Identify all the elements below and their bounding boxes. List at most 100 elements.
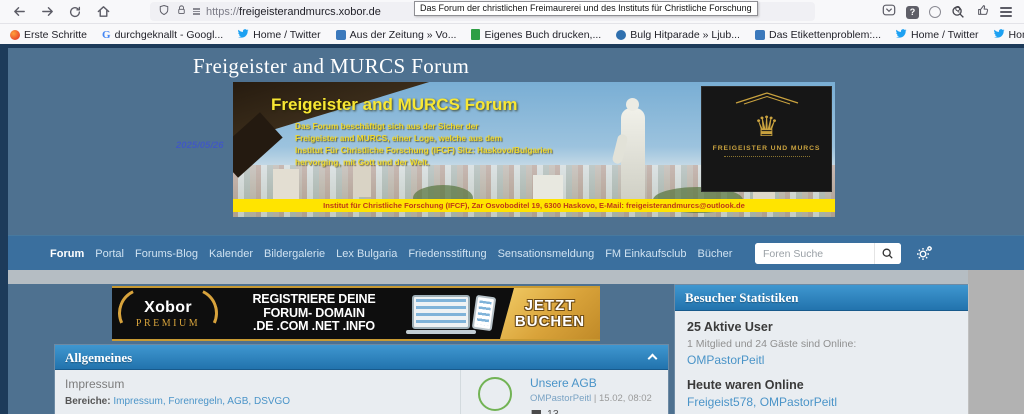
- url-host: freigeisterandmurcs.xobor.de: [239, 6, 381, 18]
- forum-navbar: Forum Portal Forums-Blog Kalender Bilder…: [8, 235, 1024, 270]
- last-post-info: Unsere AGB OMPastorPeitl | 15.02, 08:02 …: [530, 376, 652, 414]
- logo-title: FREIGEISTER UND MURCS: [702, 145, 831, 152]
- bookmark-label: durchgeknallt - Googl...: [115, 29, 224, 41]
- section-allgemeines: Allgemeines Impressum Bereiche: Impressu…: [55, 345, 668, 414]
- section-header: Allgemeines: [55, 345, 668, 370]
- section-besucher-statistiken: Besucher Statistiken 25 Aktive User 1 Mi…: [675, 285, 968, 414]
- bookmark-item[interactable]: Aus der Zeitung » Vo...: [336, 29, 457, 41]
- bookmark-label: Home / Twitter: [911, 29, 979, 41]
- site-icon: [616, 30, 626, 40]
- firefox-icon: [10, 30, 20, 40]
- banner-description: Das Forum beschäftigt sich aus der Siche…: [295, 120, 552, 168]
- last-post-user[interactable]: OMPastorPeitl: [530, 393, 591, 404]
- book-icon: [471, 29, 480, 40]
- bookmark-item[interactable]: Home / Twitter: [994, 28, 1024, 42]
- forward-icon[interactable]: [38, 3, 56, 21]
- url-text[interactable]: https://freigeisterandmurcs.xobor.de: [206, 6, 381, 18]
- forum-cell: Impressum Bereiche: Impressum, Forenrege…: [65, 377, 290, 407]
- nav-item-forums-blog[interactable]: Forums-Blog: [135, 248, 198, 260]
- nav-item-friedensstiftung[interactable]: Friedensstiftung: [408, 248, 486, 260]
- forum-link[interactable]: Impressum: [65, 377, 290, 391]
- today-online-users[interactable]: Freigeist578, OMPastorPeitl: [687, 395, 956, 409]
- user-avatar[interactable]: [938, 235, 974, 271]
- twitter-icon: [896, 28, 907, 42]
- menu-icon[interactable]: [1000, 5, 1012, 19]
- ad-devices-graphic: [404, 288, 500, 339]
- bookmark-item[interactable]: Erste Schritte: [10, 29, 87, 41]
- url-scheme: https://: [206, 6, 239, 18]
- page-body: Freigeister and MURCS Forum 2025/05/26 F…: [8, 48, 1024, 414]
- screenshot-root: https://freigeisterandmurcs.xobor.de Das…: [0, 0, 1024, 414]
- search-addon-icon[interactable]: [951, 5, 966, 20]
- banner-statue: [621, 108, 645, 202]
- last-post-link[interactable]: Unsere AGB: [530, 376, 652, 390]
- bookmark-item[interactable]: Home / Twitter: [238, 28, 321, 42]
- thumb-up-icon[interactable]: [976, 3, 990, 22]
- logo-divider: [724, 156, 810, 157]
- reload-icon[interactable]: [66, 3, 84, 21]
- lock-icon[interactable]: [176, 3, 187, 21]
- online-summary: 1 Mitglied und 24 Gäste sind Online:: [687, 338, 956, 350]
- laptop-icon: [412, 295, 470, 329]
- account-circle-icon[interactable]: [929, 6, 941, 18]
- browser-nav-buttons: [0, 3, 112, 21]
- site-icon: [755, 30, 765, 40]
- nav-item-portal[interactable]: Portal: [95, 248, 124, 260]
- nav-item-lex-bulgaria[interactable]: Lex Bulgaria: [336, 248, 397, 260]
- twitter-icon: [994, 28, 1005, 42]
- shield-icon[interactable]: [158, 3, 170, 21]
- forum-areas: Bereiche: Impressum, Forenregeln, AGB, D…: [65, 396, 290, 407]
- twitter-icon: [238, 28, 249, 42]
- online-member-link[interactable]: OMPastorPeitl: [687, 353, 956, 367]
- areas-label: Bereiche:: [65, 396, 111, 407]
- site-icon: [336, 30, 346, 40]
- search-button[interactable]: [874, 243, 901, 264]
- nav-item-bildergalerie[interactable]: Bildergalerie: [264, 248, 325, 260]
- nav-item-kalender[interactable]: Kalender: [209, 248, 253, 260]
- bookmark-item[interactable]: Das Etikettenproblem:...: [755, 29, 881, 41]
- bookmark-label: Home / Twitter: [253, 29, 321, 41]
- extension-question-icon[interactable]: [906, 6, 919, 19]
- bookmark-label: Aus der Zeitung » Vo...: [350, 29, 457, 41]
- home-icon[interactable]: [94, 3, 112, 21]
- ad-cta-button[interactable]: JETZT BUCHEN: [500, 288, 600, 339]
- search-icon: [881, 247, 895, 261]
- back-icon[interactable]: [10, 3, 28, 21]
- right-gray-area: [968, 270, 1024, 414]
- page-title: Freigeister and MURCS Forum: [193, 54, 469, 79]
- nav-item-fm-einkaufsclub[interactable]: FM Einkaufsclub: [605, 248, 686, 260]
- last-post-avatar[interactable]: [478, 377, 512, 411]
- bookmark-label: Das Etikettenproblem:...: [769, 29, 881, 41]
- banner-address-strip: Institut für Christliche Forschung (IFCF…: [233, 199, 835, 212]
- bookmark-item[interactable]: durchgeknallt - Googl...: [102, 29, 223, 41]
- phone-icon: [472, 295, 497, 331]
- banner-logo-panel: ♛ FREIGEISTER UND MURCS: [701, 86, 832, 192]
- areas-links[interactable]: Impressum, Forenregeln, AGB, DSVGO: [113, 396, 290, 407]
- xobor-premium-ad[interactable]: Xobor PREMIUM REGISTRIERE DEINE FORUM- D…: [112, 286, 600, 341]
- nav-item-buecher[interactable]: Bücher: [698, 248, 733, 260]
- last-post-meta: OMPastorPeitl | 15.02, 08:02: [530, 393, 652, 404]
- last-post-time: | 15.02, 08:02: [591, 393, 652, 404]
- collapse-chevron-icon[interactable]: [648, 354, 658, 364]
- bookmark-item[interactable]: Home / Twitter: [896, 28, 979, 42]
- pocket-icon[interactable]: [882, 3, 896, 22]
- laurel-wreath-icon: [161, 281, 225, 345]
- chevron-lines-icon: [732, 90, 802, 105]
- bookmark-label: Erste Schritte: [24, 29, 87, 41]
- search-input[interactable]: [755, 243, 874, 264]
- date-watermark: 2025/05/26: [176, 140, 224, 151]
- ad-text: REGISTRIERE DEINE FORUM- DOMAIN .DE .COM…: [224, 288, 404, 339]
- header-banner-image: Freigeister and MURCS Forum Das Forum be…: [233, 82, 835, 217]
- settings-gears-icon[interactable]: [916, 245, 933, 267]
- bookmarks-bar: Erste Schritte durchgeknallt - Googl... …: [0, 25, 1024, 44]
- nav-item-sensationsmeldung[interactable]: Sensationsmeldung: [498, 248, 595, 260]
- banner-title: Freigeister and MURCS Forum: [271, 95, 518, 115]
- page-band: [8, 270, 1024, 284]
- bookmark-label: Home / Twitter: [1009, 29, 1024, 41]
- bookmark-item[interactable]: Bulg Hitparade » Ljub...: [616, 29, 740, 41]
- browser-toolbar: https://freigeisterandmurcs.xobor.de Das…: [0, 0, 1024, 24]
- nav-item-forum[interactable]: Forum: [50, 248, 84, 260]
- bookmark-label: Eigenes Buch drucken,...: [484, 29, 601, 41]
- permissions-icon[interactable]: [193, 7, 200, 16]
- bookmark-item[interactable]: Eigenes Buch drucken,...: [471, 29, 601, 41]
